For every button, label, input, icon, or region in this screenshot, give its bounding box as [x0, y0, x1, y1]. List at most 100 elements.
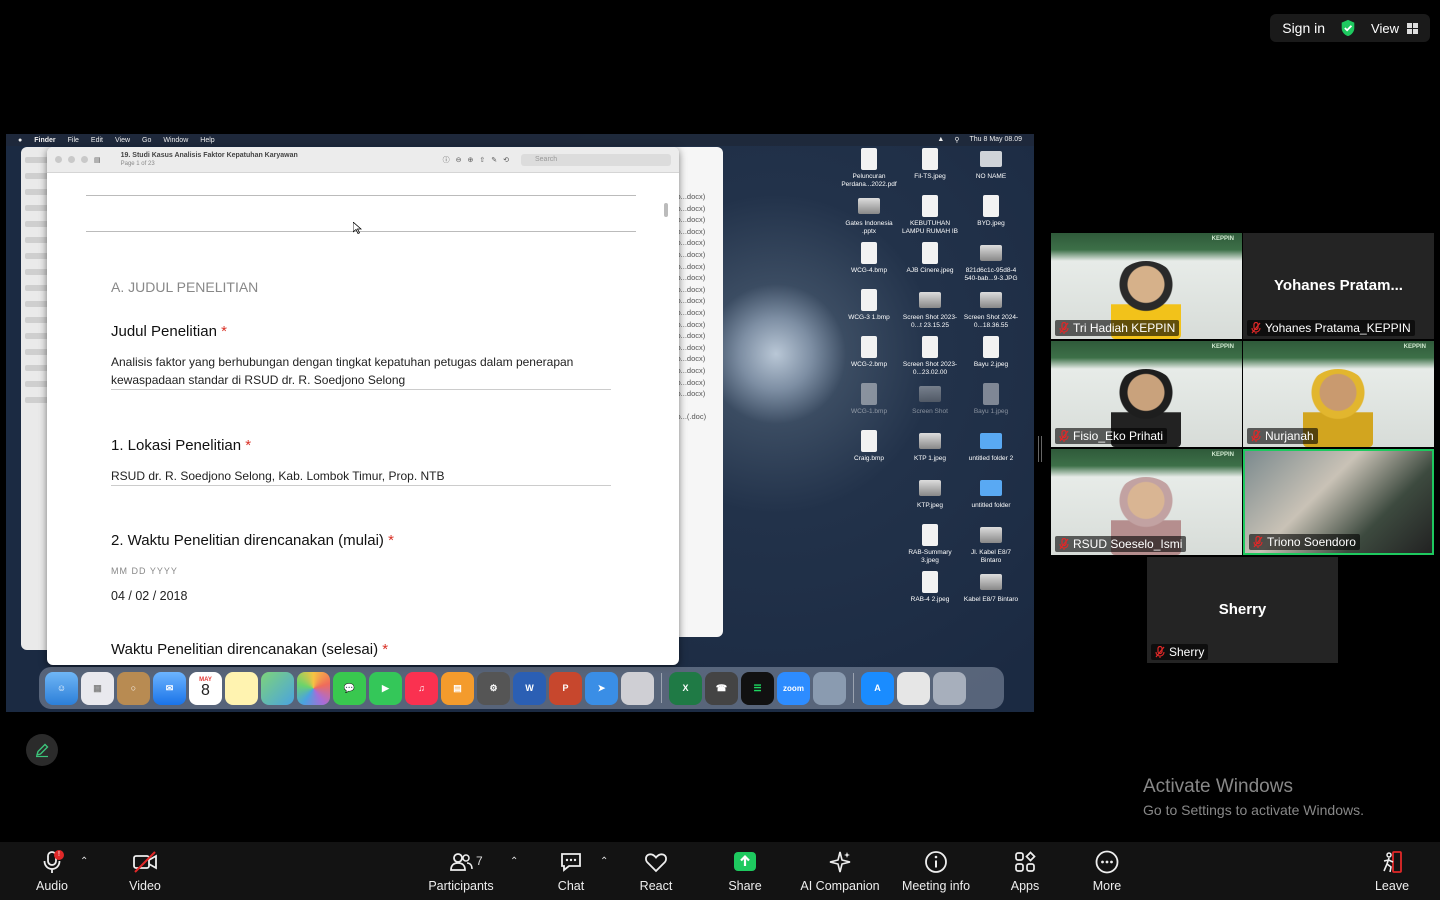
desktop-icon: Screen Shot 2024-0...18.36.55 — [960, 289, 1022, 330]
finder-icon: ☺ — [45, 671, 78, 705]
share-screen-icon — [734, 852, 756, 871]
sidebar-toggle-icon: ▤ — [94, 156, 101, 164]
participant-display-name: Yohanes Pratam... — [1274, 277, 1403, 294]
document-viewer-window: ▤ 19. Studi Kasus Analisis Faktor Kepatu… — [47, 147, 679, 665]
share-icon: ⇧ — [479, 156, 486, 164]
books-icon: ▤ — [441, 671, 474, 705]
meeting-info-button[interactable]: Meeting info — [900, 842, 972, 900]
participant-tile[interactable]: Sherry Sherry — [1147, 557, 1338, 663]
document-file-icon — [983, 383, 999, 405]
desktop-icon-label: KTP.jpeg — [917, 502, 943, 509]
participants-icon — [450, 853, 473, 871]
participant-tile[interactable]: KEPPIN Fisio_Eko Prihati — [1051, 341, 1242, 447]
audio-button[interactable]: Audio ! — [34, 842, 70, 900]
more-button[interactable]: More — [1088, 842, 1126, 900]
participants-button[interactable]: Participants 7 — [428, 842, 494, 900]
leave-button[interactable]: Leave — [1372, 842, 1412, 900]
desktop-icon: RAB-Summary 3.jpeg — [899, 524, 961, 565]
desktop-icon-label: Screen Shot 2023-0...t 23.15.25 — [902, 314, 958, 329]
menu-view: View — [114, 136, 131, 144]
desktop-icon-label: WCG-4.bmp — [850, 267, 888, 274]
video-off-icon — [133, 851, 157, 873]
document-page: A. JUDUL PENELITIAN Judul Penelitian * A… — [55, 173, 670, 665]
desktop-icon-label: KEBUTUHAN LAMPU RUMAH IB — [902, 220, 958, 235]
ai-companion-button[interactable]: AI Companion — [800, 842, 880, 900]
desktop-icon: WCG-1.bmp — [838, 383, 900, 416]
desktop-icon: KEBUTUHAN LAMPU RUMAH IB — [899, 195, 961, 236]
sign-in-button[interactable]: Sign in — [1282, 20, 1325, 36]
desktop-icon-label: Peluncuran Perdana...2022.pdf — [841, 173, 897, 188]
apps-icon — [1015, 851, 1036, 872]
trash-icon — [933, 671, 966, 705]
menu-edit: Edit — [90, 136, 103, 144]
messages-icon: 💬 — [333, 671, 366, 705]
mouse-cursor-icon — [353, 222, 362, 234]
photos-icon — [297, 671, 330, 705]
participant-tile[interactable]: KEPPIN RSUD Soeselo_Ismi — [1051, 449, 1242, 555]
question-title-lokasi: 1. Lokasi Penelitian * — [111, 437, 252, 454]
shield-check-icon[interactable] — [1339, 19, 1357, 37]
panel-splitter[interactable] — [1038, 436, 1042, 462]
grid-view-icon — [1407, 22, 1418, 34]
mac-dock: ☺ ▦ ○ ✉ MAY8 💬 ▶ ♫ ▤ ⚙ W P ➤ X ☎ ☰ zoom — [39, 667, 1004, 709]
desktop-icon: Jl. Kabel E8/7 Bintaro — [960, 524, 1022, 565]
mac-menu-bar: ● Finder File Edit View Go Window Help ▲… — [6, 134, 1034, 146]
participant-tile[interactable]: Yohanes Pratam... Yohanes Pratama_KEPPIN — [1243, 233, 1434, 339]
activate-title: Activate Windows — [1143, 776, 1293, 797]
markup-icon: ✎ — [491, 156, 498, 164]
view-button[interactable]: View — [1371, 21, 1418, 36]
audio-options-caret[interactable]: ⌃ — [80, 856, 88, 867]
desktop-icon-label: KTP 1.jpeg — [913, 455, 947, 462]
maps-icon — [261, 671, 294, 705]
react-button[interactable]: React — [636, 842, 676, 900]
spotify-icon: ☰ — [741, 671, 774, 705]
desktop-icon-label: Screen Shot 2024-0...18.36.55 — [963, 314, 1019, 329]
image-file-icon — [980, 292, 1002, 308]
desktop-icon: WCG-3 1.bmp — [838, 289, 900, 322]
document-file-icon — [861, 336, 877, 358]
document-file-icon — [861, 148, 877, 170]
desktop-icon-label: RAB-Summary 3.jpeg — [908, 549, 952, 564]
audio-warning-badge: ! — [54, 850, 64, 860]
mail-icon: ✉ — [153, 671, 186, 705]
sparkle-icon — [829, 851, 851, 873]
screenshot-app-icon — [813, 671, 846, 705]
virtual-background-banner: KEPPIN — [1051, 233, 1242, 261]
desktop-icon: Bayu 2.jpeg — [960, 336, 1022, 369]
desktop-icon: untitled folder — [960, 477, 1022, 510]
desktop-icon: untitled folder 2 — [960, 430, 1022, 463]
zoom-meeting-window: Sign in View ● Finder File Edit View Go … — [0, 0, 1440, 900]
annotate-button[interactable] — [26, 734, 58, 766]
document-file-icon — [922, 336, 938, 358]
document-page-count: Page 1 of 23 — [120, 160, 155, 167]
participant-tile[interactable]: Triono Soendoro — [1243, 449, 1434, 555]
top-bar: Sign in View — [1270, 14, 1430, 42]
more-icon — [1095, 850, 1119, 874]
participant-tile[interactable]: KEPPIN Nurjanah — [1243, 341, 1434, 447]
participants-options-caret[interactable]: ⌃ — [510, 856, 518, 867]
search-icon: ⚲ — [954, 137, 960, 144]
desktop-icon-label: WCG-1.bmp — [850, 408, 888, 415]
share-button[interactable]: Share — [725, 842, 765, 900]
mic-muted-icon — [1059, 538, 1069, 550]
meeting-toolbar: Audio ! ⌃ Video Participants 7 ⌃ Chat ⌃ … — [0, 842, 1440, 900]
participant-name-label: Yohanes Pratama_KEPPIN — [1247, 320, 1415, 336]
document-toolbar: ▤ 19. Studi Kasus Analisis Faktor Kepatu… — [47, 147, 679, 173]
chat-button[interactable]: Chat — [553, 842, 589, 900]
desktop-icon: Screen Shot — [899, 383, 961, 416]
calendar-icon: MAY 8 — [189, 671, 222, 705]
participant-tile[interactable]: KEPPIN Tri Hadiah KEPPIN — [1051, 233, 1242, 339]
desktop-icon: Screen Shot 2023-0...23.02.00 — [899, 336, 961, 377]
shared-screen[interactable]: ● Finder File Edit View Go Window Help ▲… — [6, 134, 1034, 712]
info-icon: ⓘ — [442, 156, 450, 164]
desktop-icon-label: RAB-4 2.jpeg — [910, 596, 950, 603]
video-button[interactable]: Video — [126, 842, 164, 900]
desktop-icon-label: WCG-2.bmp — [850, 361, 888, 368]
participant-name-label: Triono Soendoro — [1249, 534, 1360, 550]
chat-options-caret[interactable]: ⌃ — [600, 856, 608, 867]
desktop-icon: KTP.jpeg — [899, 477, 961, 510]
desktop-icon-label: AJB Cinere.jpeg — [906, 267, 954, 274]
desktop-icon-label: Fil-TS.jpeg — [914, 173, 946, 180]
menu-go: Go — [142, 136, 152, 144]
apps-button[interactable]: Apps — [1006, 842, 1044, 900]
